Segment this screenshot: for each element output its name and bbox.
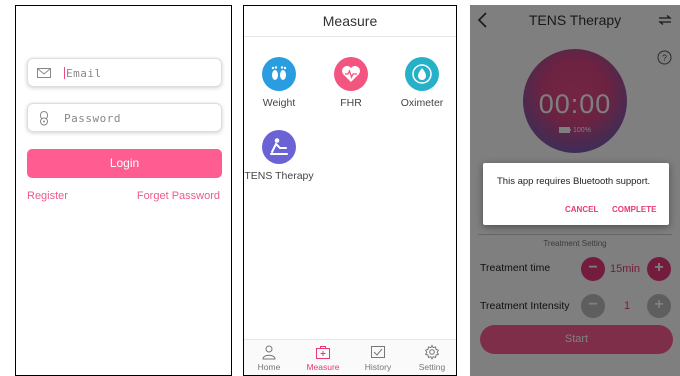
nav-label: Setting (418, 362, 446, 372)
measure-screen: Measure Weight FHR Oximeter TENS Therapy… (243, 5, 457, 376)
lock-icon (40, 111, 48, 126)
email-field[interactable]: Email (27, 58, 222, 87)
bluetooth-dialog: This app requires Bluetooth support. CAN… (483, 163, 669, 225)
password-field[interactable]: Password (27, 103, 222, 132)
dialog-message: This app requires Bluetooth support. (497, 176, 651, 187)
tile-label: Oximeter (400, 97, 444, 109)
mail-icon (37, 68, 51, 78)
history-icon (371, 346, 385, 358)
nav-history[interactable]: History (358, 344, 398, 372)
nav-home[interactable]: Home (249, 344, 289, 372)
tens-therapy-icon (262, 130, 296, 164)
nav-label: Measure (306, 362, 340, 372)
tile-fhr[interactable]: FHR (316, 57, 386, 109)
nav-label: Home (257, 362, 281, 372)
footprints-icon (262, 57, 296, 91)
dialog-cancel-button[interactable]: CANCEL (565, 205, 598, 214)
tile-tens-therapy[interactable]: TENS Therapy (244, 130, 314, 182)
nav-measure[interactable]: Measure (303, 344, 343, 372)
register-link[interactable]: Register (27, 190, 68, 202)
tile-weight[interactable]: Weight (244, 57, 314, 109)
page-title: Measure (244, 6, 456, 37)
login-screen: Email Password Login Register Forget Pas… (15, 5, 232, 376)
gear-icon (424, 344, 440, 360)
bottom-nav: Home Measure History Setting (244, 339, 456, 375)
dialog-complete-button[interactable]: COMPLETE (612, 205, 656, 214)
nav-setting[interactable]: Setting (412, 344, 452, 372)
heart-icon (334, 57, 368, 91)
login-button[interactable]: Login (27, 149, 222, 178)
forget-password-link[interactable]: Forget Password (137, 190, 220, 202)
tile-label: TENS Therapy (244, 170, 314, 182)
tile-label: Weight (262, 97, 296, 109)
nav-label: History (364, 362, 392, 372)
tile-label: FHR (340, 97, 362, 109)
email-placeholder: Email (66, 67, 102, 80)
password-placeholder: Password (64, 112, 121, 125)
medkit-icon (316, 346, 330, 359)
tens-screen: TENS Therapy ? 00:00 100% Treatment Sett… (470, 5, 680, 376)
oximeter-drop-icon (405, 57, 439, 91)
tile-oximeter[interactable]: Oximeter (387, 57, 456, 109)
person-icon (262, 345, 276, 360)
